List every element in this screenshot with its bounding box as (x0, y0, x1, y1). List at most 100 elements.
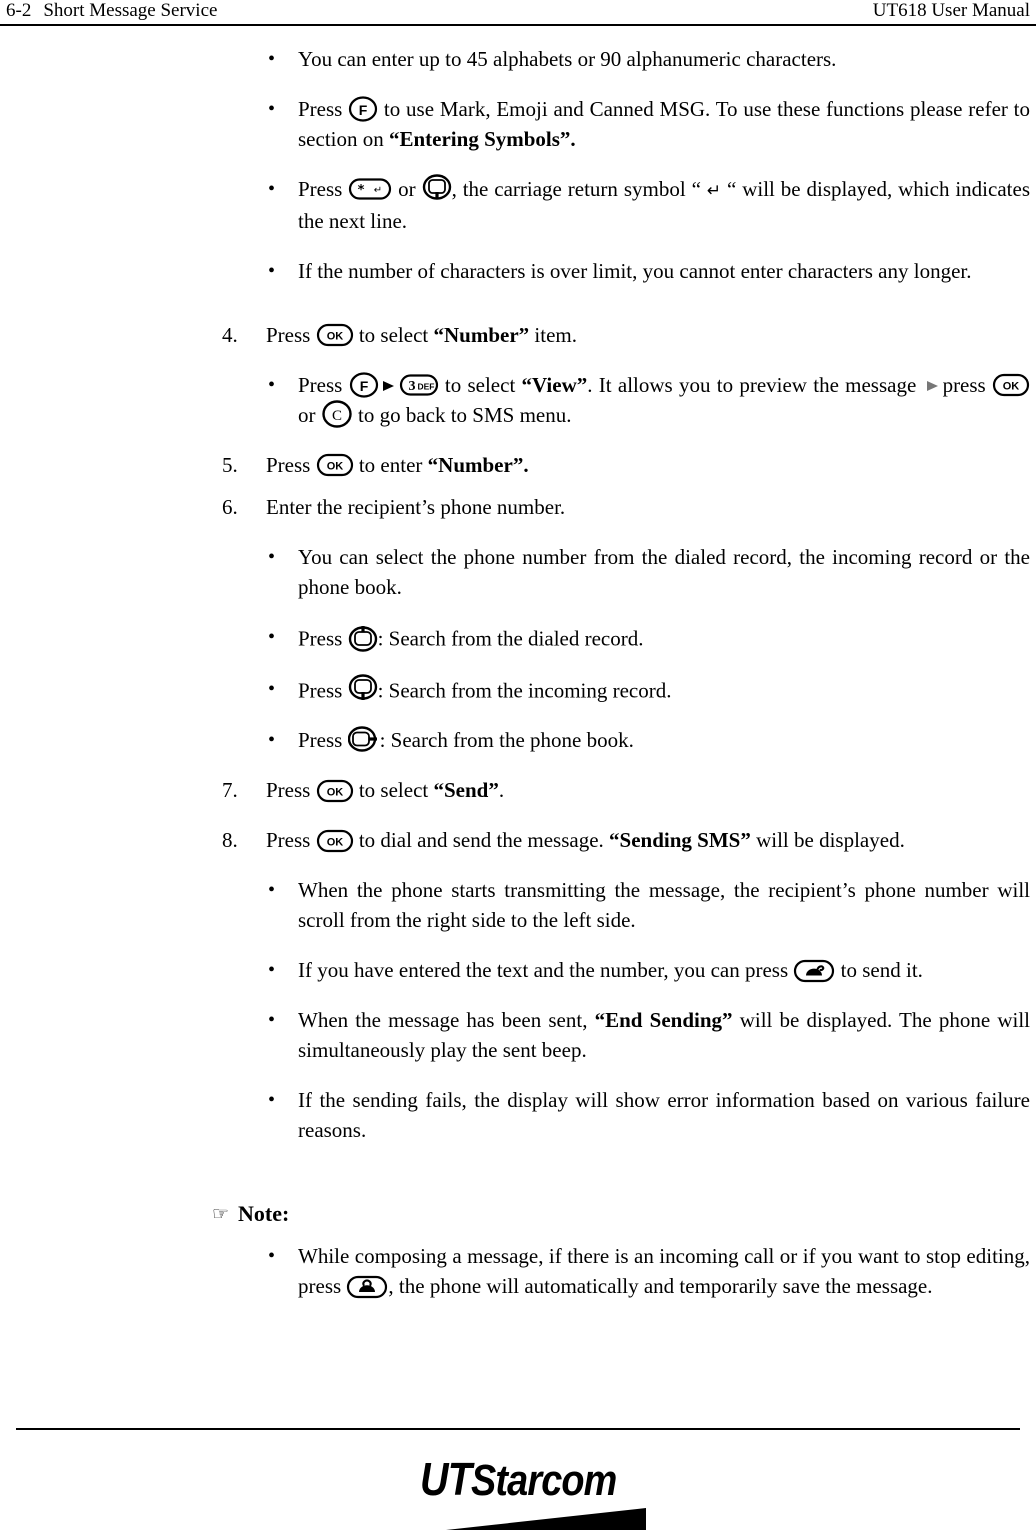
bullet-text: Press : Search from the dialed record. (298, 622, 1030, 654)
step-text: Press OK to enter “Number”. (266, 450, 1030, 480)
svg-text:OK: OK (326, 461, 343, 473)
entering-symbols-ref: “Entering Symbols”. (388, 127, 576, 151)
ok-key-icon: OK (316, 322, 354, 348)
step-text: Press OK to dial and send the message. “… (266, 825, 1030, 855)
ok-key-icon: OK (316, 452, 354, 478)
page-content: You can enter up to 45 alphabets or 90 a… (0, 32, 1036, 1301)
bullet-text: If the number of characters is over limi… (298, 259, 972, 283)
numbered-step: 4. Press OK to select “Number” item. (222, 320, 1030, 350)
numbered-step: 6. Enter the recipient’s phone number. (222, 492, 1030, 522)
text-before-key: Press (298, 626, 348, 651)
bullet-marker (268, 622, 298, 654)
text-after-key: : Search from the phone book. (379, 728, 634, 753)
bullet-text: If you have entered the text and the num… (298, 955, 1030, 985)
list-item: If you have entered the text and the num… (268, 955, 1030, 985)
logo-starcom: Starcom (471, 1456, 617, 1505)
bullet-marker (268, 94, 298, 154)
bullet-text: Press : Search from the phone book. (298, 725, 1030, 755)
list-item: Press : Search from the phone book. (268, 725, 1030, 755)
svg-text:F: F (359, 102, 368, 118)
bullet-text: While composing a message, if there is a… (298, 1241, 1030, 1301)
f-key-icon: F (348, 96, 378, 122)
bullet-marker (268, 44, 298, 74)
text-before-key: Press (298, 177, 349, 201)
bullet-text: When the message has been sent, “End Sen… (298, 1005, 1030, 1065)
bullet-marker (268, 256, 298, 286)
text-after-key: to enter (353, 453, 428, 477)
c-key-icon: C (321, 400, 353, 428)
carriage-return-symbol: ↵ (706, 181, 722, 201)
number-item-ref: “Number” (433, 323, 530, 347)
bullet-marker (268, 674, 298, 706)
note-heading: ☞ Note: (212, 1199, 1036, 1229)
step-number: 4. (222, 323, 238, 347)
svg-text:C: C (332, 408, 342, 424)
logo-ut: UT (420, 1453, 472, 1505)
bullet-marker (268, 1005, 298, 1065)
list-item: If the sending fails, the display will s… (268, 1085, 1030, 1145)
nav-down-key-icon (348, 674, 378, 704)
text-tail: will be displayed. (750, 828, 905, 853)
bullet-text: If the sending fails, the display will s… (298, 1088, 1030, 1143)
list-item: When the message has been sent, “End Sen… (268, 1005, 1030, 1065)
text-or: or (298, 403, 321, 427)
list-item: Press : Search from the dialed record. (268, 622, 1030, 654)
text-before-key: Press (266, 453, 316, 477)
text-after-key: : Search from the dialed record. (377, 626, 644, 651)
nav-down-key-icon (422, 174, 452, 202)
header-left-group: 6-2 Short Message Service (6, 0, 217, 22)
utstarcom-logo: UTStarcom (368, 1453, 668, 1530)
bullet-marker (268, 370, 298, 430)
bullet-marker (268, 542, 298, 602)
text-before-key: Press (298, 728, 348, 753)
bullet-text: Press : Search from the incoming record. (298, 674, 1030, 706)
text-before-key: Press (266, 828, 316, 853)
logo-swoosh-icon (446, 1508, 646, 1530)
text-tail: to go back to SMS menu. (352, 403, 572, 427)
note-label: Note: (238, 1201, 290, 1227)
text-before-bold: When the message has been sent, (298, 1008, 595, 1033)
nav-left-key-icon (347, 726, 380, 754)
svg-text:OK: OK (1003, 381, 1020, 393)
step-text: Press OK to select “Number” item. (266, 320, 1030, 350)
numbered-step: 7. Press OK to select “Send”. (222, 775, 1030, 805)
numbered-step: 8. Press OK to dial and send the message… (222, 825, 1030, 855)
ok-key-icon: OK (316, 828, 354, 854)
text-after-keys: , the carriage return symbol “ (451, 177, 707, 201)
step-text: Press OK to select “Send”. (266, 775, 1030, 805)
bullet-marker (268, 174, 298, 236)
svg-text:F: F (359, 378, 368, 394)
step-number: 5. (222, 453, 238, 477)
send-call-key-icon (793, 958, 835, 984)
manual-title: UT618 User Manual (872, 0, 1030, 21)
right-arrow-icon (381, 379, 397, 393)
step-number: 6. (222, 495, 238, 519)
step-number: 8. (222, 828, 238, 853)
text-mid: . It allows you to preview the message (587, 373, 923, 397)
number-item-ref: “Number”. (427, 453, 529, 477)
pointing-hand-icon: ☞ (212, 1203, 230, 1225)
list-item: You can enter up to 45 alphabets or 90 a… (268, 44, 1030, 74)
text-tail: item. (529, 323, 577, 347)
list-item: You can select the phone number from the… (268, 542, 1030, 602)
logo-wordmark: UTStarcom (420, 1453, 617, 1505)
bullet-text: When the phone starts transmitting the m… (298, 878, 1030, 933)
f-key-icon: F (349, 372, 379, 398)
text-after-key: to send it. (835, 958, 923, 983)
ok-key-icon: OK (316, 778, 354, 804)
bullet-text: You can enter up to 45 alphabets or 90 a… (298, 47, 837, 71)
bullet-text: You can select the phone number from the… (298, 545, 1030, 599)
step-text: Enter the recipient’s phone number. (266, 495, 566, 519)
star-key-icon: * ↵ (348, 176, 392, 202)
text-after-key: to select (353, 323, 434, 347)
svg-text:OK: OK (326, 331, 343, 343)
ok-key-icon: OK (992, 372, 1030, 398)
text-after-key: to dial and send the message. (353, 828, 610, 853)
text-after-key: to select (353, 778, 434, 803)
list-item: If the number of characters is over limi… (268, 256, 1030, 286)
bullet-marker (268, 1241, 298, 1301)
text-between-keys: or (392, 177, 422, 201)
text-after-keys: to select (438, 373, 522, 397)
text-before-key: If you have entered the text and the num… (298, 958, 794, 983)
bullet-text: Press * ↵ or , the carriage return symbol… (298, 174, 1030, 236)
